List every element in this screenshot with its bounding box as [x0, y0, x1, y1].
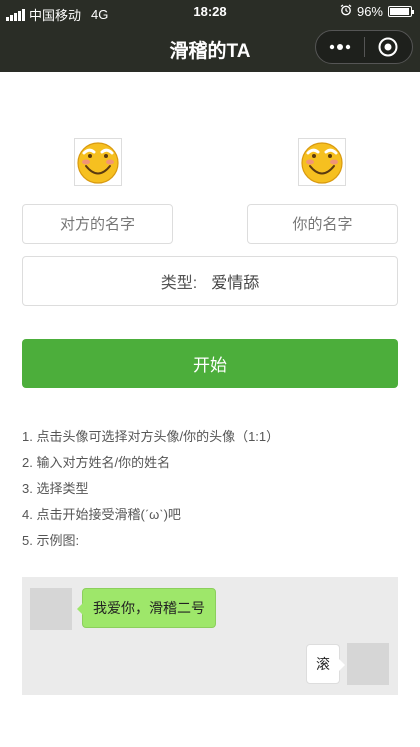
instruction-item: 3. 选择类型: [22, 481, 89, 496]
example-avatar-right: [347, 643, 389, 685]
alarm-icon: [340, 4, 352, 19]
target-circle-icon: [378, 37, 398, 57]
example-message-left: 我爱你，滑稽二号: [77, 588, 216, 628]
my-avatar[interactable]: [298, 138, 346, 186]
battery-icon: [388, 6, 414, 17]
more-dots-icon: [329, 44, 350, 50]
example-chat-image: 我爱你，滑稽二号 滚: [22, 577, 398, 695]
start-button[interactable]: 开始: [22, 339, 398, 388]
smiley-icon: [301, 142, 343, 184]
example-message-right: 滚: [306, 644, 345, 684]
close-miniprogram-button[interactable]: [364, 31, 412, 63]
other-name-input[interactable]: [22, 204, 173, 244]
type-value: 爱情舔: [211, 275, 260, 292]
instruction-item: 5. 示例图:: [22, 533, 80, 548]
more-button[interactable]: [316, 31, 364, 63]
battery-fill: [390, 8, 410, 15]
smiley-icon: [77, 142, 119, 184]
my-name-input[interactable]: [247, 204, 398, 244]
type-picker[interactable]: 类型: 爱情舔: [22, 256, 398, 306]
battery-percent: 96%: [356, 4, 383, 19]
nav-bar: 滑稽的TA: [0, 24, 420, 72]
type-label: 类型:: [160, 275, 198, 292]
instructions-list: 1. 点击头像可选择对方头像/你的头像（1:1） 2. 输入对方姓名/你的姓名 …: [22, 428, 398, 558]
other-avatar[interactable]: [74, 138, 122, 186]
instruction-item: 4. 点击开始接受滑稽(ˊωˋ)吧: [22, 507, 181, 522]
instruction-item: 2. 输入对方姓名/你的姓名: [22, 455, 171, 470]
status-right: 96%: [340, 4, 414, 19]
example-avatar-left: [30, 588, 72, 630]
miniprogram-capsule: [315, 30, 413, 64]
status-bar: 中国移动 4G 18:28 96%: [0, 0, 420, 24]
instruction-item: 1. 点击头像可选择对方头像/你的头像（1:1）: [22, 429, 280, 444]
